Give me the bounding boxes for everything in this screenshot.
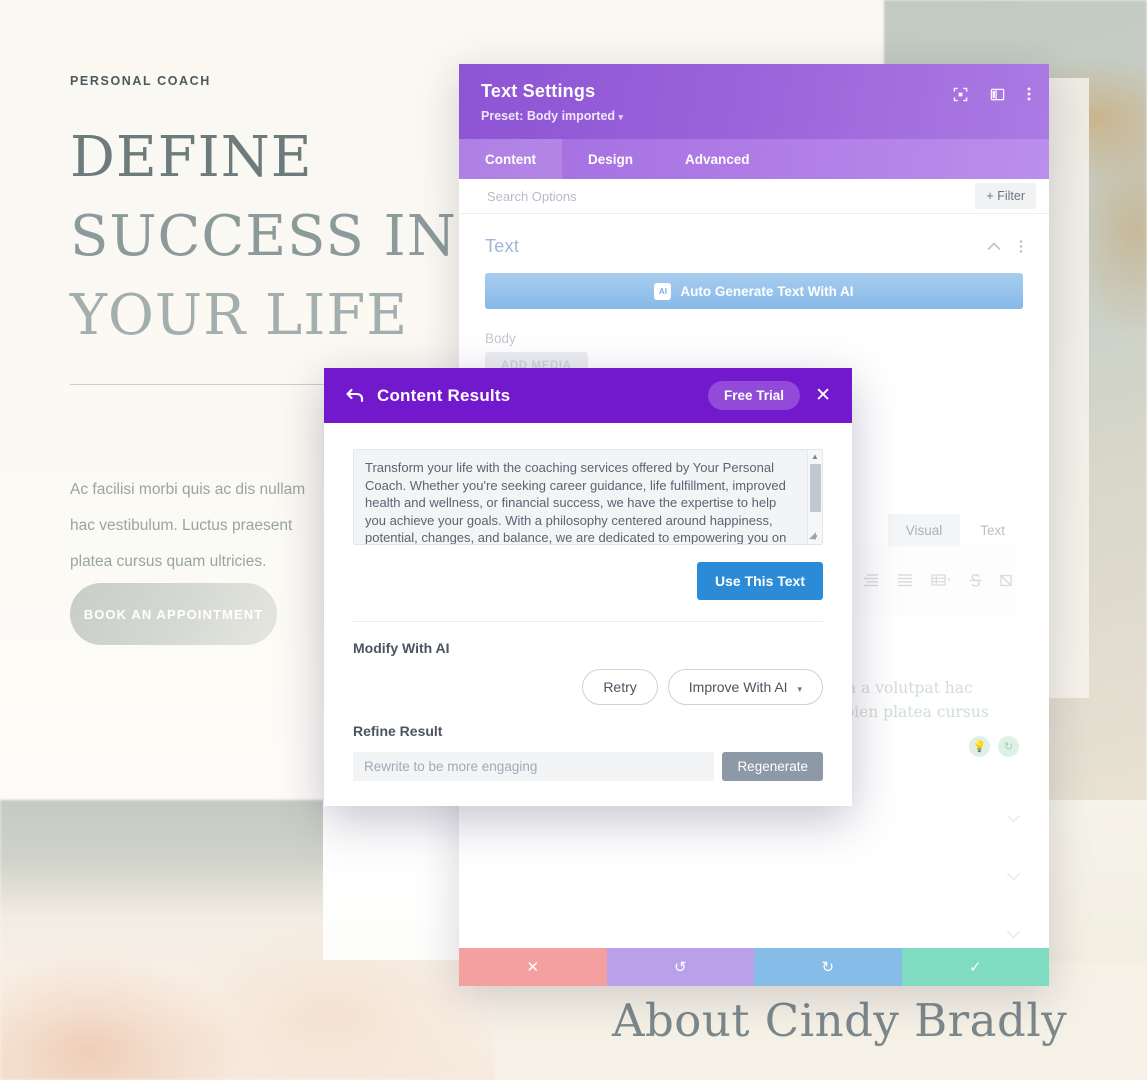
undo-button[interactable]: ↺ — [606, 948, 754, 986]
hero-title-line-2: SUCCESS IN — [70, 204, 457, 269]
chevron-down-icon[interactable] — [1006, 930, 1021, 939]
tab-content[interactable]: Content — [459, 139, 562, 179]
close-icon[interactable]: ✕ — [812, 386, 834, 405]
chevron-down-icon[interactable] — [1006, 872, 1021, 881]
editor-page: PERSONAL COACH DEFINE SUCCESS IN YOUR LI… — [0, 0, 1147, 1080]
filter-button-label: Filter — [997, 189, 1025, 203]
save-button[interactable]: ✓ — [901, 948, 1049, 986]
collapsed-section-row[interactable] — [459, 905, 1049, 948]
fullscreen-icon[interactable] — [953, 87, 968, 102]
hero-eyebrow: PERSONAL COACH — [70, 74, 211, 88]
editor-content-preview: ulla a volutpat hac sapien platea cursus — [827, 676, 1027, 724]
auto-generate-text-with-ai-button[interactable]: AI Auto Generate Text With AI — [485, 273, 1023, 309]
settings-search-row: + Filter — [459, 179, 1049, 214]
text-section-more-vertical-icon[interactable] — [1019, 239, 1023, 254]
redo-button[interactable]: ↻ — [754, 948, 902, 986]
refine-result-label: Refine Result — [353, 723, 443, 739]
more-vertical-icon[interactable] — [1027, 86, 1031, 102]
chevron-down-icon: ▾ — [797, 684, 802, 694]
content-results-title: Content Results — [377, 385, 511, 405]
hero-title-line-3: YOUR LIFE — [70, 283, 409, 348]
settings-modal-title: Text Settings — [481, 81, 596, 101]
editor-preview-line-2: sapien platea cursus — [827, 703, 989, 721]
settings-footer-actions: ✕ ↺ ↻ ✓ — [459, 948, 1049, 986]
tab-visual[interactable]: Visual — [887, 514, 961, 547]
lightbulb-icon[interactable]: 💡 — [969, 736, 990, 757]
modify-with-ai-actions: Retry Improve With AI ▾ — [353, 669, 823, 705]
chevron-down-icon[interactable] — [1006, 814, 1021, 823]
improve-with-ai-label: Improve With AI — [688, 679, 788, 695]
scroll-up-arrow-icon[interactable]: ▲ — [811, 450, 819, 463]
editor-preview-line-1: ulla a volutpat hac — [827, 679, 973, 697]
content-results-dialog: Content Results Free Trial ✕ ▲ ▼ ◢ Use T… — [324, 368, 852, 806]
layout-columns-icon[interactable] — [990, 87, 1005, 102]
scrollbar-thumb[interactable] — [810, 464, 821, 512]
filter-button[interactable]: + Filter — [975, 183, 1036, 209]
content-results-body: ▲ ▼ ◢ Use This Text Modify With AI Retry… — [324, 423, 852, 806]
body-field-label: Body — [485, 331, 516, 346]
back-arrow-icon[interactable] — [346, 388, 365, 403]
plus-icon: + — [986, 189, 994, 203]
editor-mode-tabs: Visual Text — [887, 514, 1023, 547]
auto-generate-label: Auto Generate Text With AI — [680, 283, 854, 299]
free-trial-badge[interactable]: Free Trial — [708, 381, 801, 410]
settings-header-actions — [953, 86, 1031, 102]
remove-format-icon[interactable] — [1000, 574, 1015, 587]
settings-preset-selector[interactable]: Preset: Body imported ▾ — [481, 109, 1027, 123]
book-appointment-button[interactable]: BOOK AN APPOINTMENT — [70, 583, 277, 645]
strikethrough-icon[interactable] — [969, 573, 982, 588]
result-textarea[interactable] — [353, 449, 823, 545]
chevron-down-icon: ▾ — [618, 112, 624, 122]
text-section-title: Text — [485, 236, 520, 256]
editor-helper-badges: 💡 ↻ — [969, 736, 1019, 757]
use-text-row: Use This Text — [353, 562, 823, 600]
tab-text[interactable]: Text — [962, 514, 1023, 547]
align-right-icon[interactable] — [863, 573, 879, 587]
retry-button[interactable]: Retry — [582, 669, 658, 705]
settings-modal-header: Text Settings Preset: Body imported ▾ — [459, 64, 1049, 139]
ai-badge-icon: AI — [654, 282, 672, 300]
editor-toolbar — [855, 544, 1023, 616]
page-title: DEFINE SUCCESS IN YOUR LIFE — [70, 118, 470, 355]
chevron-up-icon[interactable] — [987, 242, 1001, 251]
search-options-input[interactable] — [487, 188, 976, 204]
about-heading: About Cindy Bradly — [612, 994, 1068, 1047]
resize-handle-icon[interactable]: ◢ — [809, 531, 821, 543]
cancel-button[interactable]: ✕ — [459, 948, 607, 986]
collapsed-sections — [459, 789, 1049, 948]
refine-result-row: Regenerate — [353, 752, 823, 781]
table-icon[interactable] — [931, 573, 951, 587]
settings-tab-bar: Content Design Advanced — [459, 139, 1049, 179]
tab-advanced[interactable]: Advanced — [659, 139, 776, 179]
hero-title-line-1: DEFINE — [70, 125, 313, 190]
modify-with-ai-label: Modify With AI — [353, 640, 450, 656]
result-textarea-wrap: ▲ ▼ ◢ — [353, 449, 823, 545]
content-results-header: Content Results Free Trial ✕ — [324, 368, 852, 423]
tab-design[interactable]: Design — [562, 139, 659, 179]
use-this-text-button[interactable]: Use This Text — [697, 562, 823, 600]
refresh-icon[interactable]: ↻ — [998, 736, 1019, 757]
regenerate-button[interactable]: Regenerate — [722, 752, 823, 781]
collapsed-section-row[interactable] — [459, 847, 1049, 905]
improve-with-ai-button[interactable]: Improve With AI ▾ — [667, 669, 823, 705]
text-section-header: Text — [459, 214, 1049, 267]
section-divider — [353, 621, 823, 622]
hero-copy: PERSONAL COACH DEFINE SUCCESS IN YOUR LI… — [70, 74, 470, 645]
settings-preset-label: Preset: Body imported — [481, 109, 616, 123]
align-justify-icon[interactable] — [897, 573, 913, 587]
refine-result-input[interactable] — [353, 752, 715, 781]
